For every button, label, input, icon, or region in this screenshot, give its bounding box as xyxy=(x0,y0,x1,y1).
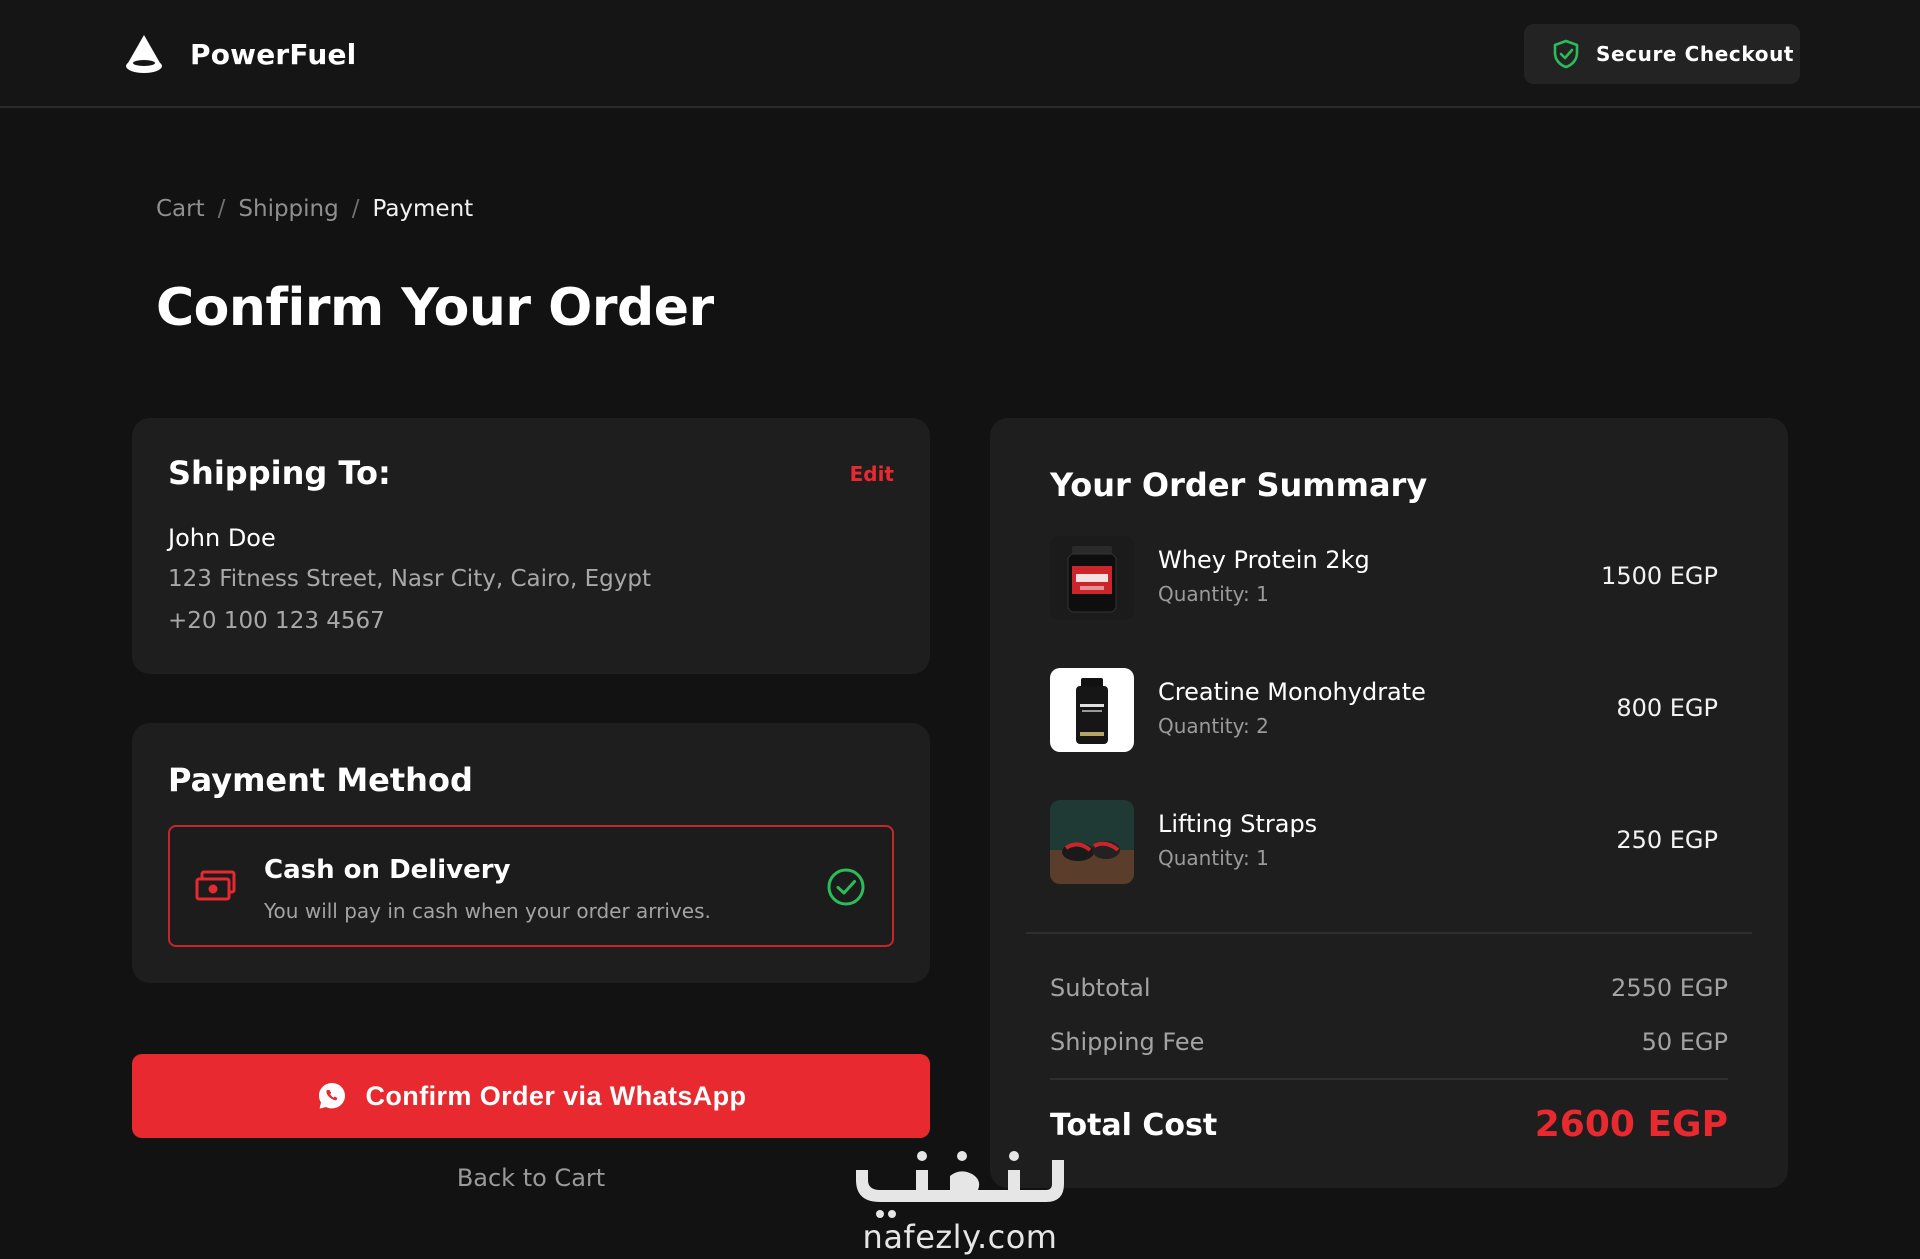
summary-divider xyxy=(1026,932,1752,934)
item-name: Whey Protein 2kg xyxy=(1158,546,1370,574)
whey-protein-thumbnail xyxy=(1050,536,1134,620)
shield-check-icon xyxy=(1553,39,1579,69)
order-item: Whey Protein 2kg Quantity: 1 1500 EGP xyxy=(1050,536,1730,620)
lifting-straps-image xyxy=(1050,800,1134,884)
shipping-card: Shipping To: Edit John Doe 123 Fitness S… xyxy=(132,418,930,674)
page-title: Confirm Your Order xyxy=(156,278,714,338)
nafezly-url: nafezly.com xyxy=(862,1218,1058,1256)
payment-option-label: Cash on Delivery xyxy=(264,855,511,885)
back-to-cart-link[interactable]: Back to Cart xyxy=(132,1164,930,1192)
item-price: 800 EGP xyxy=(1616,694,1718,722)
order-item: Creatine Monohydrate Quantity: 2 800 EGP xyxy=(1050,668,1730,752)
shipping-fee-label: Shipping Fee xyxy=(1050,1028,1205,1056)
order-summary-title: Your Order Summary xyxy=(1050,466,1428,504)
shipping-title: Shipping To: xyxy=(168,454,391,492)
secure-checkout-badge: Secure Checkout xyxy=(1524,24,1800,84)
triangle-logo-icon xyxy=(126,35,162,73)
item-name: Lifting Straps xyxy=(1158,810,1318,838)
secure-checkout-label: Secure Checkout xyxy=(1596,42,1795,66)
item-quantity: Quantity: 1 xyxy=(1158,846,1269,870)
creatine-image xyxy=(1050,668,1134,752)
customer-name: John Doe xyxy=(168,524,276,552)
subtotal-label: Subtotal xyxy=(1050,974,1151,1002)
item-quantity: Quantity: 2 xyxy=(1158,714,1269,738)
whatsapp-icon xyxy=(318,1083,345,1109)
whey-protein-image xyxy=(1050,536,1134,620)
breadcrumb-separator: / xyxy=(217,196,226,222)
breadcrumb-shipping[interactable]: Shipping xyxy=(238,196,338,222)
total-cost-value: 2600 EGP xyxy=(1534,1104,1728,1145)
cash-icon xyxy=(195,870,236,901)
breadcrumb-cart[interactable]: Cart xyxy=(156,196,205,222)
customer-phone: +20 100 123 4567 xyxy=(168,608,385,634)
brand-logo[interactable]: PowerFuel xyxy=(122,33,356,75)
item-quantity: Quantity: 1 xyxy=(1158,582,1269,606)
order-summary-card: Your Order Summary Whey Protein 2kg Quan… xyxy=(990,418,1788,1188)
payment-option-description: You will pay in cash when your order arr… xyxy=(264,899,711,923)
subtotal-value: 2550 EGP xyxy=(1611,974,1728,1002)
lifting-straps-thumbnail xyxy=(1050,800,1134,884)
item-price: 250 EGP xyxy=(1616,826,1718,854)
shipping-fee-value: 50 EGP xyxy=(1641,1028,1728,1056)
brand-name: PowerFuel xyxy=(190,37,357,71)
item-price: 1500 EGP xyxy=(1601,562,1718,590)
breadcrumb-separator: / xyxy=(351,196,360,222)
customer-address: 123 Fitness Street, Nasr City, Cairo, Eg… xyxy=(168,566,651,592)
edit-shipping-link[interactable]: Edit xyxy=(850,462,894,486)
order-item: Lifting Straps Quantity: 1 250 EGP xyxy=(1050,800,1730,884)
item-name: Creatine Monohydrate xyxy=(1158,678,1426,706)
creatine-thumbnail xyxy=(1050,668,1134,752)
payment-option-cod[interactable]: Cash on Delivery You will pay in cash wh… xyxy=(168,825,894,947)
breadcrumb-payment: Payment xyxy=(372,196,474,222)
breadcrumb: Cart / Shipping / Payment xyxy=(156,196,473,222)
confirm-order-whatsapp-button[interactable]: Confirm Order via WhatsApp xyxy=(132,1054,930,1138)
check-circle-icon xyxy=(827,868,865,906)
total-divider xyxy=(1050,1078,1728,1080)
payment-card: Payment Method Cash on Delivery You will… xyxy=(132,723,930,983)
confirm-order-label: Confirm Order via WhatsApp xyxy=(365,1080,747,1111)
top-navbar: PowerFuel Secure Checkout xyxy=(0,0,1920,108)
payment-title: Payment Method xyxy=(168,761,473,799)
total-cost-label: Total Cost xyxy=(1050,1108,1218,1143)
